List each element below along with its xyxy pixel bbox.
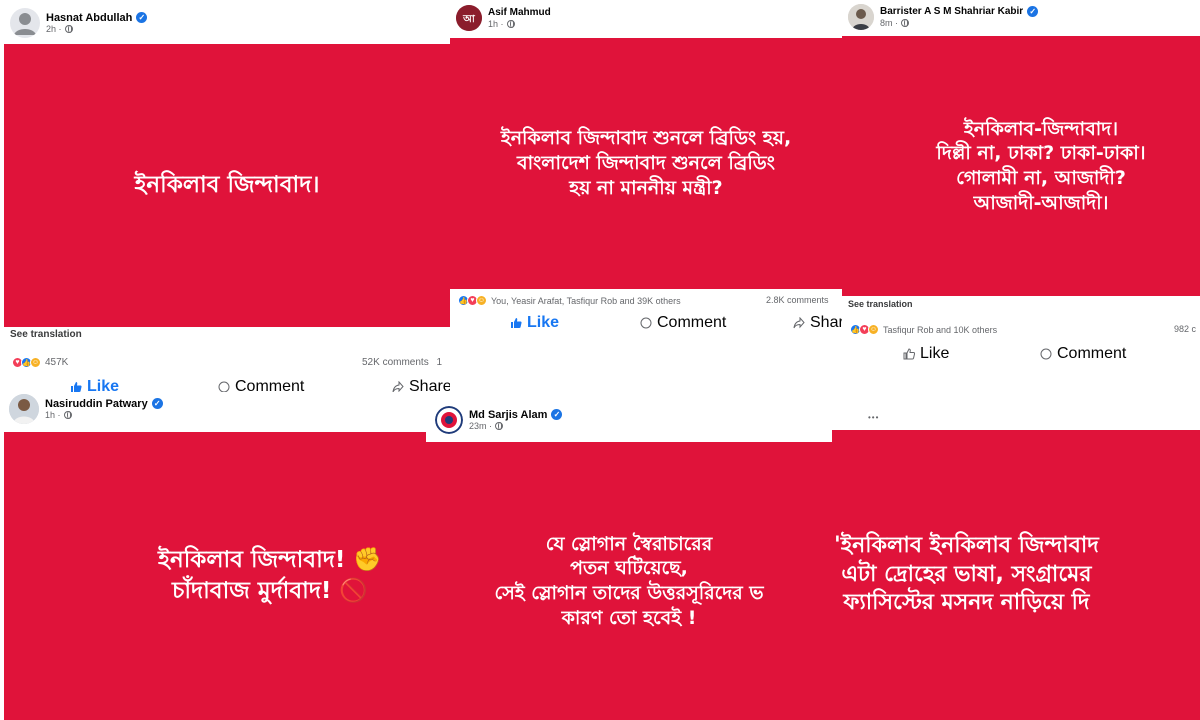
like-button[interactable]: Like xyxy=(70,378,119,392)
avatar-logo-icon xyxy=(435,406,463,434)
post-time[interactable]: 1h · xyxy=(45,410,61,420)
reactions-summary[interactable]: ♥ 👍 ☺ 457K xyxy=(12,357,68,368)
share-label: Share xyxy=(810,314,842,331)
card-text: ইনকিলাব জিন্দাবাদ শুনলে ব্রিডিং হয়, বাং… xyxy=(500,127,792,199)
verified-badge-icon: ✓ xyxy=(136,12,148,24)
comment-icon xyxy=(640,317,652,329)
more-options-icon[interactable]: ••• xyxy=(868,413,879,422)
card-text: 'ইনকিলাব ইনকিলাব জিন্দাবাদ এটা দ্রোহের ভ… xyxy=(834,533,1099,616)
verified-badge-icon: ✓ xyxy=(1027,6,1039,18)
verified-badge-icon: ✓ xyxy=(151,398,163,410)
globe-icon xyxy=(64,25,73,34)
author-name[interactable]: Hasnat Abdullah xyxy=(46,12,132,25)
post-image-card[interactable]: ইনকিলাব জিন্দাবাদ শুনলে ব্রিডিং হয়, বাং… xyxy=(450,38,842,289)
default-avatar-icon xyxy=(14,13,36,35)
comments-count[interactable]: 52K comments 1 xyxy=(362,357,442,368)
post-image-card[interactable]: ইনকিলাব জিন্দাবাদ! ✊ চাঁদাবাজ মুর্দাবাদ!… xyxy=(4,432,426,720)
like-label: Like xyxy=(920,345,950,362)
post-time[interactable]: 23m · xyxy=(469,421,492,431)
card-text: ইনকিলাব-জিন্দাবাদ। দিল্লী না, ঢাকা? ঢাকা… xyxy=(936,117,1146,214)
comment-icon xyxy=(1040,348,1052,360)
shares-count-partial: 1 xyxy=(436,357,443,368)
haha-reaction-icon: ☺ xyxy=(30,357,41,368)
comment-label: Comment xyxy=(657,314,727,331)
post-time[interactable]: 2h · xyxy=(46,24,62,34)
post-image-card[interactable]: যে স্লোগান স্বৈরাচারের পতন ঘটিয়েছে, সেই… xyxy=(426,442,832,720)
post-image-card[interactable]: ইনকিলাব-জিন্দাবাদ। দিল্লী না, ঢাকা? ঢাকা… xyxy=(842,36,1200,296)
reaction-text: Tasfiqur Rob and 10K others xyxy=(883,324,998,335)
avatar[interactable] xyxy=(10,8,40,38)
post-asif-mahmud: আ Asif Mahmud 1h · ইনকিলাব জিন্দাবাদ শুন… xyxy=(450,0,842,392)
share-label: Share xyxy=(409,378,450,392)
reaction-text: You, Yeasir Arafat, Tasfiqur Rob and 39K… xyxy=(491,295,681,306)
reactions-summary[interactable]: 👍 ♥ ☺ You, Yeasir Arafat, Tasfiqur Rob a… xyxy=(458,295,681,306)
verified-badge-icon: ✓ xyxy=(551,409,563,421)
post-time[interactable]: 8m · xyxy=(880,18,898,28)
see-translation-link[interactable]: See translation xyxy=(848,299,913,309)
avatar-logo-icon: আ xyxy=(456,5,482,31)
like-button[interactable]: Like xyxy=(510,314,559,332)
avatar[interactable] xyxy=(435,406,463,434)
comment-icon xyxy=(218,381,230,392)
svg-text:আ: আ xyxy=(462,14,476,25)
see-translation-link[interactable]: See translation xyxy=(10,329,82,340)
post-header: Nasiruddin Patwary ✓ 1h · xyxy=(9,394,163,424)
avatar[interactable] xyxy=(9,394,39,424)
like-icon xyxy=(70,381,82,392)
like-label: Like xyxy=(87,378,120,392)
comment-button[interactable]: Comment xyxy=(640,314,726,332)
share-button[interactable]: Share xyxy=(793,314,842,332)
post-header: Md Sarjis Alam ✓ 23m · xyxy=(435,406,563,434)
comment-label: Comment xyxy=(235,378,305,392)
share-icon xyxy=(392,381,404,392)
author-name[interactable]: Nasiruddin Patwary xyxy=(45,398,148,411)
post-barrister-kabir: Barrister A S M Shahriar Kabir ✓ 8m · ইন… xyxy=(842,0,1200,430)
like-label: Like xyxy=(527,314,560,331)
author-name[interactable]: Asif Mahmud xyxy=(488,7,551,19)
haha-reaction-icon: ☺ xyxy=(868,324,879,335)
card-text: ইনকিলাব জিন্দাবাদ। xyxy=(134,172,320,198)
globe-icon xyxy=(63,411,72,420)
comments-count[interactable]: 982 c xyxy=(1174,324,1196,334)
post-nasiruddin-patwary: Nasiruddin Patwary ✓ 1h · ইনকিলাব জিন্দা… xyxy=(0,392,426,720)
post-image-card[interactable]: 'ইনকিলাব ইনকিলাব জিন্দাবাদ এটা দ্রোহের ভ… xyxy=(832,430,1200,720)
reaction-count: 457K xyxy=(45,357,69,368)
profile-photo-icon xyxy=(9,394,39,424)
comment-button[interactable]: Comment xyxy=(218,378,304,392)
author-name[interactable]: Barrister A S M Shahriar Kabir xyxy=(880,6,1023,18)
author-name[interactable]: Md Sarjis Alam xyxy=(469,409,547,422)
avatar[interactable] xyxy=(848,4,874,30)
profile-photo-icon xyxy=(848,4,874,30)
comments-count-text: 52K comments xyxy=(362,357,429,368)
post-header: Hasnat Abdullah ✓ 2h · xyxy=(10,8,148,38)
globe-icon xyxy=(901,18,909,27)
card-text: যে স্লোগান স্বৈরাচারের পতন ঘটিয়েছে, সেই… xyxy=(494,532,764,629)
post-header: আ Asif Mahmud 1h · xyxy=(456,5,551,31)
like-icon xyxy=(903,348,915,360)
share-button[interactable]: Share xyxy=(392,378,450,392)
like-icon xyxy=(510,317,522,329)
post-partial-right: 'ইনকিলাব ইনকিলাব জিন্দাবাদ এটা দ্রোহের ভ… xyxy=(832,430,1200,720)
post-hasnat-abdullah: Hasnat Abdullah ✓ 2h · ইনকিলাব জিন্দাবাদ… xyxy=(0,0,450,392)
comment-button[interactable]: Comment xyxy=(1040,345,1126,363)
post-time[interactable]: 1h · xyxy=(488,19,504,29)
avatar[interactable]: আ xyxy=(456,5,482,31)
haha-reaction-icon: ☺ xyxy=(476,295,487,306)
post-image-card[interactable]: ইনকিলাব জিন্দাবাদ। xyxy=(4,44,450,327)
like-button[interactable]: Like xyxy=(903,345,949,363)
card-text-line-2: চাঁদাবাজ মুর্দাবাদ! 🚫 xyxy=(171,578,369,604)
comment-label: Comment xyxy=(1057,345,1127,362)
card-text-line-1: ইনকিলাব জিন্দাবাদ! ✊ xyxy=(158,546,382,573)
globe-icon xyxy=(506,19,515,28)
post-sarjis-alam: Md Sarjis Alam ✓ 23m · যে স্লোগান স্বৈরা… xyxy=(426,392,832,720)
globe-icon xyxy=(495,422,504,431)
comments-count[interactable]: 2.8K comments xyxy=(766,295,829,305)
reactions-summary[interactable]: 👍 ♥ ☺ Tasfiqur Rob and 10K others xyxy=(850,324,997,335)
share-icon xyxy=(793,317,805,329)
post-header: Barrister A S M Shahriar Kabir ✓ 8m · xyxy=(848,4,1039,30)
